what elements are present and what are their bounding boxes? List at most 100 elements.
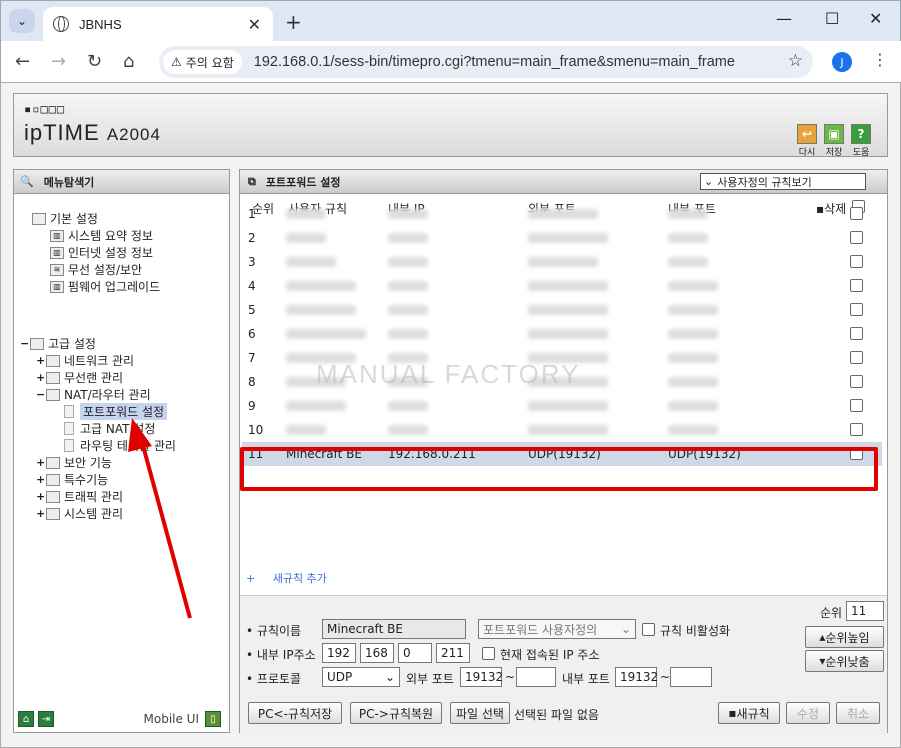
ip-octet-4[interactable]: 211 [436,643,470,663]
redacted-cell [668,281,718,291]
table-row[interactable]: 9 [242,394,882,418]
redacted-cell [668,425,718,435]
logo-text: ipTIME [24,120,100,145]
delete-checkbox[interactable] [850,399,863,412]
security-chip[interactable]: ⚠ 주의 요함 [163,50,242,74]
int-port-start[interactable]: 19132 [615,667,658,687]
tree-port-forward[interactable]: 포트포워드 설정 [64,403,168,420]
range-tilde: ~ [660,670,671,684]
reload-button[interactable]: ↻ [87,51,102,72]
rule-name-input[interactable]: Minecraft BE [322,619,466,639]
tree-wireless-security[interactable]: ≋ 무선 설정/보안 [50,261,142,278]
home-button[interactable]: ⌂ [123,51,134,72]
tree-network-mgmt[interactable]: + 네트워크 관리 [36,352,134,369]
close-tab-icon[interactable]: ✕ [248,15,261,34]
preset-select[interactable]: 포트포워드 사용자정의 ⌄ [478,619,636,639]
expand-icon: + [36,507,46,520]
file-select-button[interactable]: 파일 선택 [450,702,510,724]
table-row[interactable]: 3 [242,250,882,274]
tab-search-button[interactable]: ⌄ [9,9,35,33]
delete-checkbox[interactable] [850,255,863,268]
highlight-annotation [240,447,878,491]
delete-checkbox[interactable] [850,375,863,388]
url-text[interactable]: 192.168.0.1/sess-bin/timepro.cgi?tmenu=m… [254,54,735,70]
help-icon: ? [851,124,871,144]
maximize-button[interactable]: ☐ [825,9,839,28]
folder-icon [30,337,44,350]
redacted-cell [528,425,608,435]
tree-special[interactable]: + 특수기능 [36,471,108,488]
redacted-cell [668,353,718,363]
table-row[interactable]: 1 [242,202,882,226]
tree-nat-router[interactable]: − NAT/라우터 관리 [36,386,151,403]
delete-checkbox[interactable] [850,279,863,292]
ip-octet-1[interactable]: 192 [322,643,356,663]
rank-up-button[interactable]: ▴ 순위높임 [805,626,884,648]
back-button[interactable]: ← [15,51,30,72]
tree-internet-info[interactable]: ▥ 인터넷 설정 정보 [50,244,153,261]
delete-checkbox[interactable] [850,207,863,220]
delete-checkbox[interactable] [850,327,863,340]
rule-view-select[interactable]: ⌄ 사용자정의 규칙보기 [700,173,866,190]
int-port-end[interactable] [670,667,712,687]
delete-checkbox[interactable] [850,303,863,316]
redacted-cell [528,281,608,291]
refresh-button[interactable]: ↩ 다시 [796,124,818,158]
rank-input[interactable]: 11 [846,601,884,621]
tree-firmware-upgrade[interactable]: ▥ 펌웨어 업그레이드 [50,278,160,295]
tree-routing-table[interactable]: 라우팅 테이블 관리 [64,437,176,454]
forward-button[interactable]: → [51,51,66,72]
warning-icon: ⚠ [171,55,182,69]
menu-kebab-icon[interactable]: ⋮ [872,50,888,69]
tree-wlan-mgmt[interactable]: + 무선랜 관리 [36,369,123,386]
current-ip-checkbox[interactable] [482,647,495,660]
table-row[interactable]: 10 [242,418,882,442]
restore-from-pc-button[interactable]: PC->규칙복원 [350,702,442,724]
save-to-pc-button[interactable]: PC<-규칙저장 [248,702,342,724]
tree-system-summary[interactable]: ▥ 시스템 요약 정보 [50,227,153,244]
delete-checkbox[interactable] [850,423,863,436]
new-rule-button[interactable]: ▪ 새규칙 [718,702,780,724]
new-tab-button[interactable]: + [285,10,302,34]
save-button[interactable]: ▣ 저장 [823,124,845,158]
ext-port-end[interactable] [516,667,556,687]
minimize-button[interactable]: — [776,9,792,28]
protocol-select[interactable]: UDP ⌄ [322,667,400,687]
ip-octet-2[interactable]: 168 [360,643,394,663]
mobile-ui-link[interactable]: Mobile UI ▯ [144,711,226,727]
table-row[interactable]: 5 [242,298,882,322]
mobile-icon: ▯ [205,711,221,727]
browser-tab[interactable]: JBNHS ✕ [43,7,273,41]
tree-basic-settings[interactable]: 기본 설정 [32,210,98,227]
ip-octet-3[interactable]: 0 [398,643,432,663]
logout-icon[interactable]: ⇥ [38,711,54,727]
rank-down-button[interactable]: ▾ 순위낮춤 [805,650,884,672]
help-button[interactable]: ? 도움 [850,124,872,158]
cancel-button[interactable]: 취소 [836,702,880,724]
table-row[interactable]: 6 [242,322,882,346]
table-row[interactable]: 2 [242,226,882,250]
logo-dots: ▪▫□□□ [24,102,66,116]
disable-rule-checkbox[interactable] [642,623,655,636]
range-tilde: ~ [505,670,516,684]
bookmark-star-icon[interactable]: ☆ [788,51,803,71]
table-row[interactable]: 4 [242,274,882,298]
tree-security[interactable]: + 보안 기능 [36,454,112,471]
tree-label: 인터넷 설정 정보 [68,246,153,260]
tree-advanced-settings[interactable]: − 고급 설정 [20,335,96,352]
add-rule-link[interactable]: + 새규칙 추가 [246,570,327,586]
profile-avatar[interactable]: J [832,52,852,72]
close-window-button[interactable]: ✕ [869,9,882,28]
tree-label: 펌웨어 업그레이드 [68,280,161,294]
omnibox[interactable]: ⚠ 주의 요함 192.168.0.1/sess-bin/timepro.cgi?… [159,46,813,78]
home-icon[interactable]: ⌂ [18,711,34,727]
tree-traffic[interactable]: + 트래픽 관리 [36,488,123,505]
modify-button[interactable]: 수정 [786,702,830,724]
watermark: MANUAL FACTORY [316,359,581,389]
network-icon: ▥ [50,246,64,259]
ext-port-start[interactable]: 19132 [460,667,503,687]
tree-advanced-nat[interactable]: 고급 NAT 설정 [64,420,155,437]
delete-checkbox[interactable] [850,351,863,364]
tree-system-mgmt[interactable]: + 시스템 관리 [36,505,123,522]
delete-checkbox[interactable] [850,231,863,244]
